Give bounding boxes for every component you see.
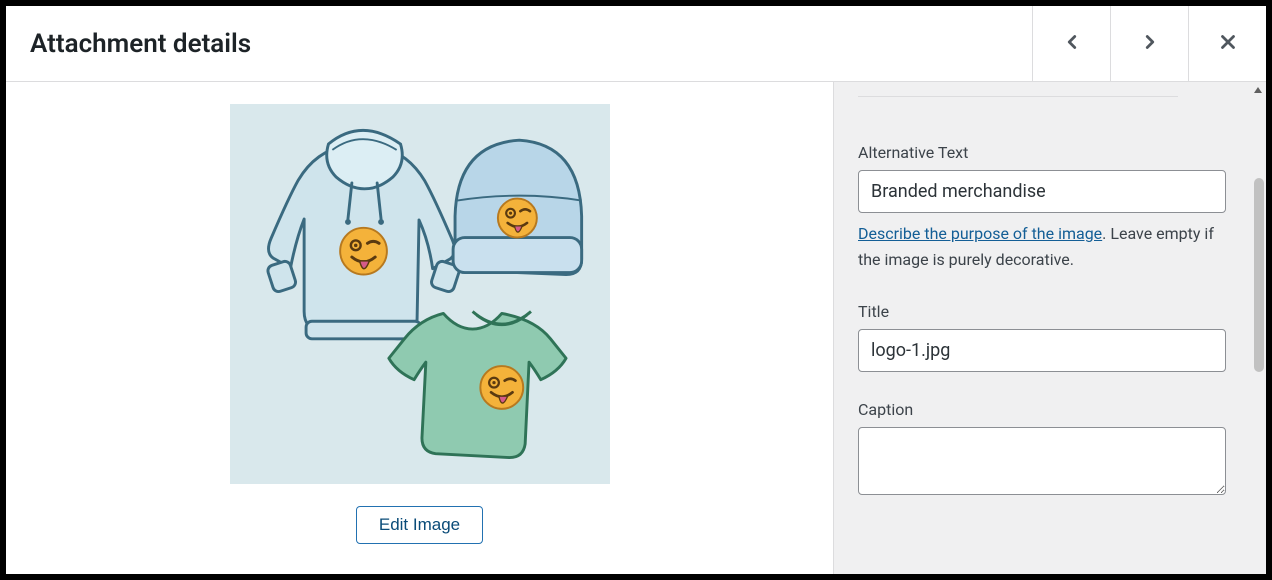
title-field: Title — [858, 302, 1242, 372]
alt-text-help: Describe the purpose of the image. Leave… — [858, 221, 1218, 274]
prev-button[interactable] — [1032, 6, 1110, 81]
details-pane: Alternative Text Describe the purpose of… — [834, 82, 1266, 574]
scrollbar[interactable] — [1250, 82, 1266, 574]
modal-title: Attachment details — [6, 29, 251, 59]
alt-text-label: Alternative Text — [858, 143, 1242, 162]
header-controls — [1032, 6, 1266, 81]
merchandise-illustration-icon — [235, 109, 605, 479]
title-input[interactable] — [858, 329, 1226, 372]
chevron-left-icon — [1061, 31, 1083, 56]
modal-content: Edit Image Alternative Text Describe the… — [6, 82, 1266, 574]
close-icon — [1217, 31, 1239, 56]
title-label: Title — [858, 302, 1242, 321]
alt-text-help-link[interactable]: Describe the purpose of the image — [858, 224, 1102, 243]
scroll-up-icon[interactable] — [1250, 82, 1266, 98]
next-button[interactable] — [1110, 6, 1188, 81]
edit-image-button[interactable]: Edit Image — [356, 506, 483, 544]
chevron-right-icon — [1139, 31, 1161, 56]
caption-field: Caption — [858, 400, 1242, 499]
preview-pane: Edit Image — [6, 82, 834, 574]
divider — [858, 96, 1178, 97]
modal-header: Attachment details — [6, 6, 1266, 82]
close-button[interactable] — [1188, 6, 1266, 81]
scrollbar-thumb[interactable] — [1254, 178, 1264, 372]
details-form: Alternative Text Describe the purpose of… — [834, 82, 1266, 547]
attachment-details-modal: Attachment details — [6, 6, 1266, 574]
caption-input[interactable] — [858, 427, 1226, 495]
alt-text-field: Alternative Text Describe the purpose of… — [858, 143, 1242, 274]
alt-text-input[interactable] — [858, 170, 1226, 213]
caption-label: Caption — [858, 400, 1242, 419]
attachment-thumbnail — [230, 104, 610, 484]
